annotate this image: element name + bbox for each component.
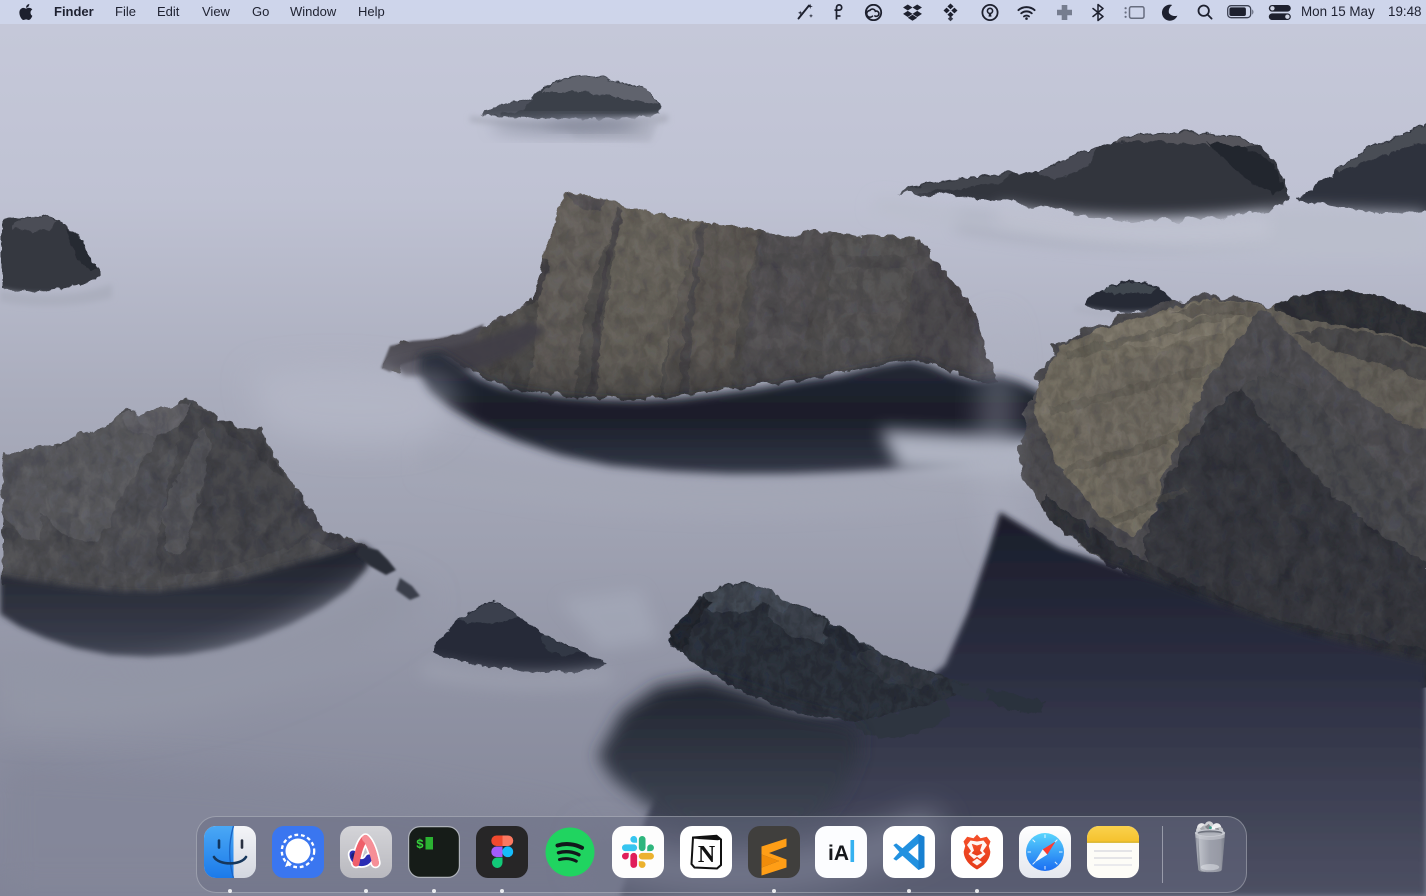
svg-text:iA: iA [828,842,849,865]
svg-text:N: N [697,842,715,868]
svg-text:$: $ [416,837,424,852]
